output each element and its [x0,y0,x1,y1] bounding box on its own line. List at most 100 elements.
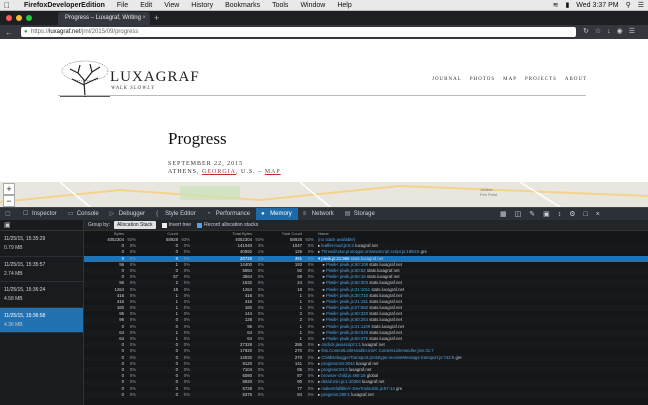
browser-tab[interactable]: Progress – Luxagraf, Writing × [58,12,150,25]
zoom-in-button[interactable]: + [3,183,15,195]
frame-function[interactable]: progress:84:2 [321,367,347,372]
frame-function[interactable]: Piwik< piwik.js:60:528 [326,330,368,335]
url-bar[interactable]: ● https://luxagraf.net/jrnl/2015/09/prog… [21,27,576,37]
tab-inspector[interactable]: ☐ Inspector [18,208,63,221]
nav-map[interactable]: MAP [503,77,517,82]
menu-history[interactable]: History [191,0,213,11]
menu-bookmarks[interactable]: Bookmarks [225,0,260,11]
frame-function[interactable]: Piwik< piwik.js:60:52 [326,268,366,273]
pocket-icon[interactable]: ◉ [617,25,623,39]
frame-function[interactable]: Piwik< piwik.js:21:1109 [326,324,370,329]
snapshot-item[interactable]: 11/25/15, 15:35:57 2.74 MB [0,257,83,282]
site-logo[interactable]: LUXAGRAF [110,69,200,86]
snapshot-item-selected[interactable]: 11/25/15, 15:36:58 4.36 MB [0,307,83,333]
nav-projects[interactable]: PROJECTS [525,77,557,82]
menu-window[interactable]: Window [300,0,325,11]
zoom-out-button[interactable]: − [3,195,15,207]
frame-function[interactable]: ThreadActor.prototype.onNewScript script… [321,249,419,254]
tree-twisty-icon[interactable]: ▸ [318,262,326,267]
frame-source: stats.luxagraf.net [368,292,402,298]
location-map-link[interactable]: MAP [265,169,281,175]
nav-about[interactable]: ABOUT [565,77,587,82]
invert-tree-checkbox[interactable] [161,222,167,228]
frame-function[interactable]: Piwik< piwik.js:60:108 [326,262,368,267]
pick-element-button[interactable]: ▢ [0,208,18,221]
close-window-button[interactable] [6,15,12,21]
frame-function[interactable]: Piwik< piwik.js:30:710 [326,293,368,298]
battery-icon[interactable]: ▮ [565,0,569,11]
frame-function[interactable]: piwik.js:21:966 [321,256,349,261]
menu-edit[interactable]: Edit [140,0,152,11]
new-tab-button[interactable]: + [154,12,159,24]
tree-twisty-icon[interactable]: ▸ [318,330,326,335]
frame-function[interactable]: this.ContentLinkHandler.init/< ContentLi… [321,348,433,353]
frame-function[interactable]: Piwik< piwik.js:21:1011 [326,287,370,292]
app-menu[interactable]: FirefoxDeveloperEdition [24,0,105,11]
tree-twisty-icon[interactable]: ▸ [318,317,326,322]
frame-source: gre [454,354,462,360]
frame-function[interactable]: Piwik< piwik.js:27:582 [326,305,368,310]
reload-icon[interactable]: ↻ [583,25,589,39]
tree-twisty-icon[interactable]: ▸ [318,324,326,329]
frame-function[interactable]: progress:280:1 [321,392,350,397]
frame-function[interactable]: Piwik< piwik.js:60:254 [326,317,368,322]
clock[interactable]: Wed 3:37 PM [576,0,618,11]
close-tab-icon[interactable]: × [142,12,146,25]
frame-function[interactable]: Piwik< piwik.js:60:375 [326,336,368,341]
frame-function[interactable]: progress:84:3044 [321,361,354,366]
hamburger-menu-icon[interactable]: ☰ [629,25,635,39]
tree-twisty-icon[interactable]: ▸ [318,274,326,279]
tree-twisty-icon[interactable]: ▸ [318,299,326,304]
frame-function[interactable]: leaflet-mod.js:6:1 [321,243,354,248]
frame-function[interactable]: onclick javascript:1:1 [321,342,361,347]
menu-file[interactable]: File [117,0,128,11]
tree-twisty-icon[interactable]: ▸ [318,287,326,292]
snapshot-item[interactable]: 11/25/15, 15:35:29 0.79 MB [0,231,83,257]
location-map[interactable]: + − Jubilee Fire Point [0,182,648,207]
list-icon[interactable]: ☰ [638,0,644,11]
frame-function[interactable]: Piwik< piwik.js:60:320 [326,311,368,316]
group-by-select[interactable]: Allocation Stack [113,221,156,229]
search-icon[interactable]: ⚲ [626,0,631,11]
menu-view[interactable]: View [164,0,179,11]
tab-storage[interactable]: ▤ Storage [340,208,381,221]
tree-twisty-icon[interactable]: ▸ [318,311,326,316]
tree-twisty-icon[interactable]: ▸ [318,268,326,273]
location-state-link[interactable]: GEORGIA [202,169,236,175]
tree-twisty-icon[interactable]: ▸ [318,305,326,310]
bookmark-star-icon[interactable]: ☆ [595,25,601,39]
menu-help[interactable]: Help [337,0,351,11]
menu-tools[interactable]: Tools [272,0,288,11]
frame-function[interactable]: makeInfallible/< DevToolsUtils.js:87:14 [321,386,394,391]
download-icon[interactable]: ↓ [607,25,611,39]
tree-twisty-icon[interactable]: ▸ [318,293,326,298]
wifi-icon[interactable]: ≋ [553,0,559,11]
web-page: LUXAGRAF WALK SLOWLY JOURNAL PHOTOS MAP … [0,39,648,207]
tab-network[interactable]: ≡ Network [298,208,340,221]
frame-function[interactable]: (no stack available) [318,237,355,242]
take-snapshot-button[interactable]: ▣ [0,220,83,231]
snapshot-item[interactable]: 11/25/15, 15:36:24 4.58 MB [0,282,83,308]
record-stacks-checkbox[interactable] [197,222,203,228]
url-host: luxagraf.net [49,29,81,35]
table-row[interactable]: 0 0% 0 0% 5376 0% 84 0% ▸ progress:280:1 luxagra… [84,391,648,398]
frame-function[interactable]: browser-child.js:468:18 [321,373,365,378]
back-icon[interactable]: ← [5,28,13,37]
nav-photos[interactable]: PHOTOS [470,77,495,82]
snapshot-size: 0.79 MB [4,245,23,251]
snapshot-time: 11/25/15, 15:36:24 [4,287,46,293]
frame-function[interactable]: Piwik< piwik.js:21:151 [326,299,368,304]
tab-memory[interactable]: ● Memory [256,207,298,221]
frame-function[interactable]: Piwik< piwik.js:60:16 [326,274,366,279]
frame-function[interactable]: detail.min.js:1:10304 [321,379,360,384]
nav-journal[interactable]: JOURNAL [432,77,462,82]
zoom-window-button[interactable] [26,15,32,21]
minimize-window-button[interactable] [16,15,22,21]
tree-twisty-icon[interactable]: ▸ [318,336,326,341]
tab-debugger[interactable]: ▷ Debugger [105,208,151,221]
frame-function[interactable]: Piwik< piwik.js:60:303 [326,280,368,285]
cell-name: ▸ progress:280:1 luxagraf.net [314,392,648,398]
frame-function[interactable]: ChildDebuggerTransport.prototype.receive… [321,355,454,360]
apple-icon[interactable]:  [4,0,12,11]
tree-twisty-icon[interactable]: ▸ [318,280,326,285]
